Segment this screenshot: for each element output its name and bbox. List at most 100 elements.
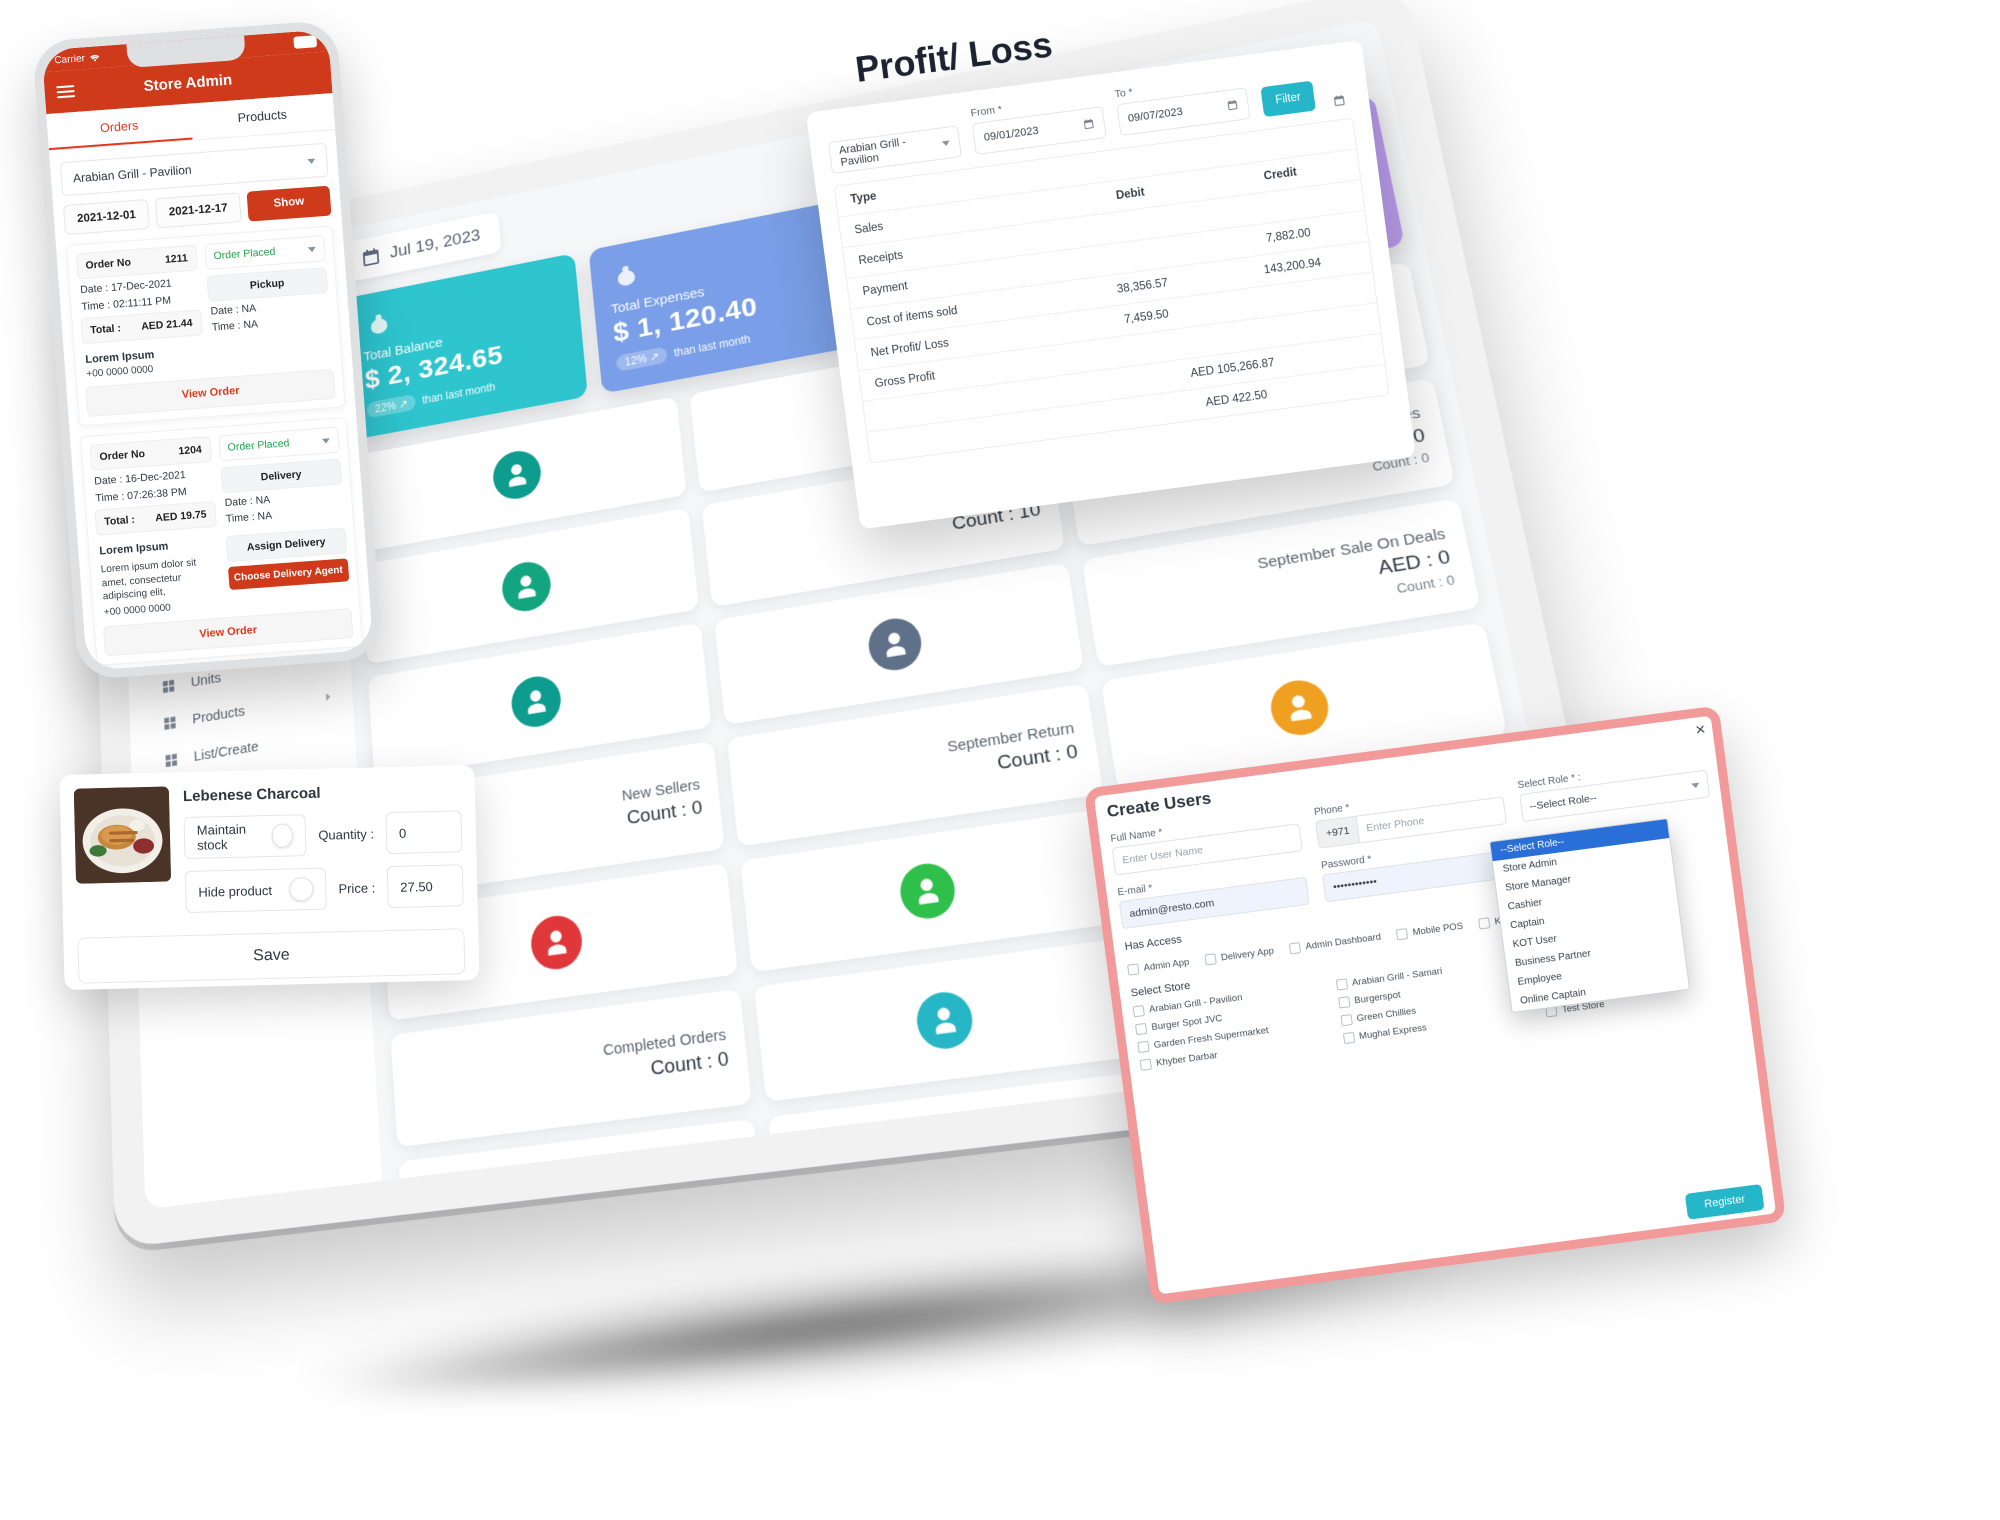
full-name-field: Full Name * Enter User Name	[1110, 809, 1304, 876]
hide-product-field[interactable]: Hide product	[184, 867, 327, 914]
calendar-icon	[1083, 118, 1094, 130]
battery-icon	[293, 35, 318, 49]
access-checkbox[interactable]: Mobile POS	[1396, 921, 1464, 941]
calendar-icon	[1334, 94, 1346, 106]
order-total-label: Total :	[89, 322, 122, 337]
register-button[interactable]: Register	[1684, 1183, 1765, 1220]
kpi-card: Total Balance $ 2, 324.65 22% ↗ than last m…	[344, 253, 588, 440]
order-no-label: Order No	[85, 256, 132, 272]
stat-tile: September Return Count : 0	[726, 683, 1104, 847]
pl-to-value: 09/07/2023	[1127, 105, 1184, 125]
show-button[interactable]: Show	[246, 185, 332, 222]
stat-title: September Return	[946, 719, 1076, 756]
order-total-value: AED 19.75	[154, 508, 207, 525]
kpi-sub-label: than last month	[673, 332, 752, 360]
checkbox-icon[interactable]	[1342, 1031, 1355, 1045]
checkbox-icon[interactable]	[1340, 1014, 1353, 1027]
checkbox-icon[interactable]	[1289, 942, 1302, 955]
access-label: Mobile POS	[1412, 920, 1464, 939]
store-label: Green Chillies	[1356, 1005, 1417, 1025]
checkbox-icon[interactable]	[1127, 963, 1140, 976]
chevron-down-icon	[942, 139, 951, 146]
order-total-box: Total : AED 21.44	[80, 309, 203, 345]
mockup-stage: HomeSellersStoresInventoryCategoriesGift…	[0, 0, 2000, 1520]
hamburger-menu-icon[interactable]	[56, 82, 76, 101]
filter-button[interactable]: Filter	[1260, 80, 1316, 118]
order-kind: Delivery	[220, 458, 343, 494]
pl-extra-calendar[interactable]	[1328, 93, 1352, 109]
user-badge-icon	[491, 447, 543, 503]
choose-delivery-agent-button[interactable]: Choose Delivery Agent	[227, 558, 350, 591]
stat-count: Count : 0	[1395, 571, 1456, 596]
stat-tile-icon	[740, 808, 1124, 973]
close-icon[interactable]: ×	[1694, 719, 1706, 740]
maintain-stock-toggle[interactable]	[271, 823, 294, 848]
date-pill-text: Jul 19, 2023	[389, 226, 481, 263]
stat-value: Count : 0	[661, 1179, 744, 1210]
quantity-input[interactable]: 0	[385, 810, 463, 855]
pl-store-select[interactable]: Arabian Grill - Pavilion	[827, 125, 963, 175]
customer-address: Lorem ipsum dolor sit amet, consectetur …	[100, 557, 197, 603]
stock-row: Maintain stock Quantity : 0	[183, 810, 463, 860]
store-select-value: Arabian Grill - Pavilion	[72, 162, 192, 186]
password-value: ••••••••••••	[1332, 875, 1378, 894]
role-value: --Select Role--	[1528, 792, 1598, 813]
order-no-label: Order No	[99, 447, 146, 464]
pl-store-field[interactable]: Arabian Grill - Pavilion	[827, 125, 963, 175]
maintain-stock-field[interactable]: Maintain stock	[183, 814, 307, 860]
checkbox-icon[interactable]	[1139, 1058, 1152, 1071]
checkbox-icon[interactable]	[1478, 917, 1491, 930]
role-dropdown-popup[interactable]: --Select Role-- Store Admin Store Manager C…	[1489, 818, 1691, 1014]
kpi-sub-label: than last month	[421, 380, 496, 407]
checkbox-icon[interactable]	[1137, 1040, 1150, 1054]
hide-product-toggle[interactable]	[289, 876, 314, 902]
profit-loss-sheet: Profit/ Loss Arabian Grill - Pavilion Fr…	[793, 0, 1416, 534]
pl-to-field[interactable]: To * 09/07/2023	[1114, 71, 1251, 137]
order-status-select[interactable]: Order Placed	[203, 235, 326, 270]
quantity-label: Quantity :	[318, 825, 375, 843]
phone-screen: Carrier Store Admin Orders Products Arab…	[41, 29, 374, 671]
access-checkbox[interactable]: Admin App	[1127, 957, 1190, 976]
stat-value: AED : 0	[1376, 546, 1452, 579]
order-status-select[interactable]: Order Placed	[217, 426, 340, 462]
checkbox-icon[interactable]	[1132, 1005, 1145, 1018]
store-label: Mughal Express	[1358, 1022, 1428, 1043]
date-from-input[interactable]: 2021-12-01	[63, 198, 150, 236]
checkbox-icon[interactable]	[1204, 953, 1217, 966]
stat-title: September Sale On Deals	[1256, 524, 1447, 573]
store-label: Khyber Darbar	[1155, 1049, 1219, 1069]
assign-delivery-button[interactable]: Assign Delivery	[225, 527, 348, 563]
list-icon	[159, 748, 183, 772]
phone-field: Phone * +971 Enter Phone	[1313, 782, 1507, 849]
stat-value: Count : 0	[995, 740, 1080, 774]
access-label: Admin App	[1142, 956, 1190, 974]
order-kind: Pickup	[206, 267, 329, 302]
chevron-right-icon	[325, 692, 331, 701]
carrier-label: Carrier	[53, 52, 86, 66]
checkbox-icon[interactable]	[1134, 1022, 1148, 1036]
password-field: Password * ••••••••••••	[1321, 836, 1514, 903]
grilled-food-photo	[73, 786, 172, 884]
store-label: Burgerspot	[1353, 989, 1402, 1007]
product-top: Lebenese Charcoal Maintain stock Quantit…	[73, 779, 464, 927]
pl-from-field[interactable]: From * 09/01/2023	[970, 90, 1107, 156]
checkbox-icon[interactable]	[1337, 996, 1351, 1009]
create-users-body: × Create Users Full Name * Enter User Na…	[1084, 705, 1786, 1304]
pl-from-value: 09/01/2023	[983, 124, 1040, 144]
checkbox-icon[interactable]	[1335, 978, 1348, 991]
save-button[interactable]: Save	[77, 928, 466, 984]
check-circle-icon	[529, 912, 585, 973]
create-users-modal: × Create Users Full Name * Enter User Na…	[1083, 705, 1787, 1305]
price-input[interactable]: 27.50	[386, 864, 464, 909]
phone-app-title: Store Admin	[143, 70, 233, 95]
user-add-icon	[509, 672, 563, 731]
order-total-value: AED 21.44	[140, 317, 193, 333]
date-to-input[interactable]: 2021-12-17	[154, 192, 242, 229]
checkbox-icon[interactable]	[1396, 927, 1409, 941]
stat-value: Count : 0	[649, 1047, 730, 1080]
order-total-label: Total :	[103, 513, 136, 529]
order-status-value: Order Placed	[213, 245, 276, 263]
access-checkbox[interactable]: Delivery App	[1204, 946, 1275, 966]
order-total-box: Total : AED 19.75	[94, 500, 217, 536]
access-checkbox[interactable]: Admin Dashboard	[1289, 932, 1382, 955]
